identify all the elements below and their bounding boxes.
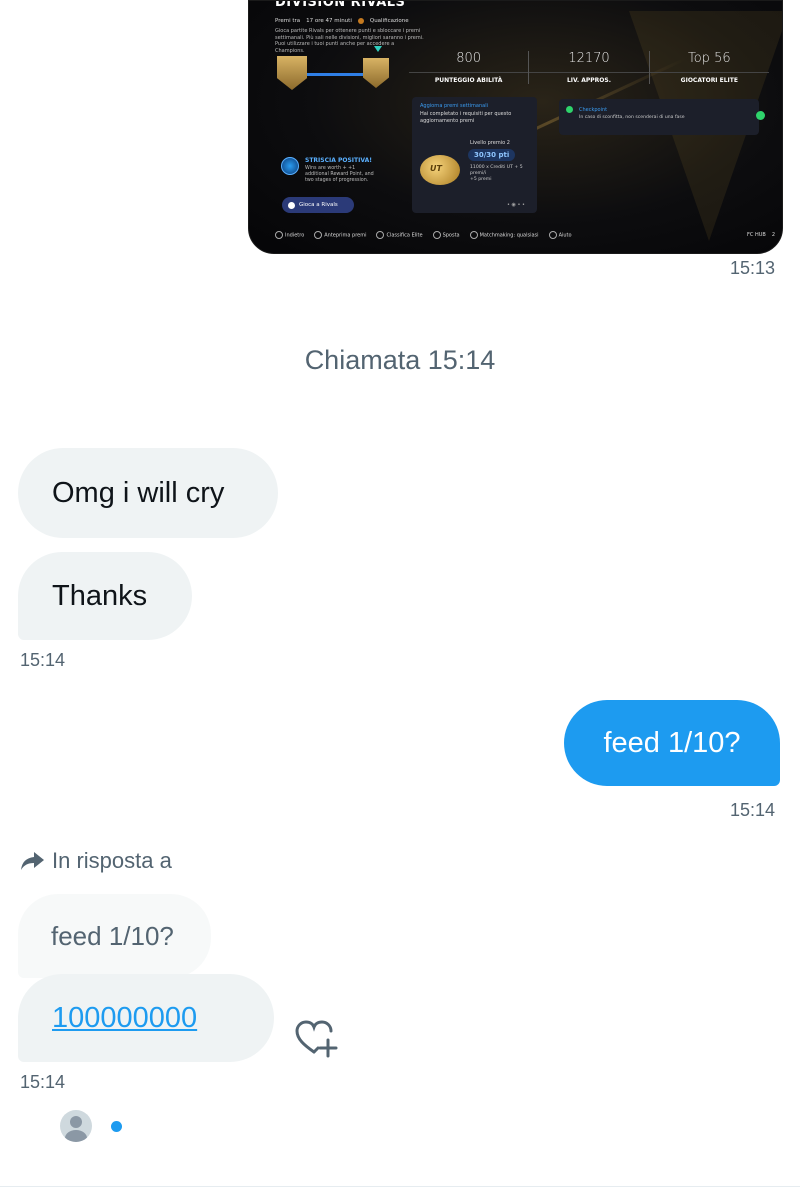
typing-dot-icon	[111, 1121, 122, 1132]
image-timestamp: 15:13	[730, 258, 776, 278]
message-received[interactable]: Thanks	[18, 552, 192, 640]
reward-points-badge: 30/30 pti	[468, 149, 516, 161]
stats-row: 800 PUNTEGGIO ABILITÀ 12170 LIV. APPROS.…	[409, 51, 769, 84]
hint-back: Indietro	[275, 231, 304, 239]
stat-value: 800	[456, 51, 482, 66]
reward-line: 11000 x Crediti UT + 5 premi/i	[470, 165, 523, 176]
message-timestamp: 15:14	[20, 1072, 66, 1092]
message-received[interactable]: Omg i will cry	[18, 448, 278, 538]
hint-preview-label: Anteprima premi	[324, 232, 367, 239]
current-division-badge-icon	[277, 56, 307, 90]
message-text: feed 1/10?	[603, 726, 741, 759]
message-timestamp: 15:14	[20, 650, 66, 670]
game-description: Gioca partite Rivals per ottenere punti …	[275, 28, 424, 54]
weekly-card-heading: Aggiorna premi settimanali	[420, 103, 488, 109]
stat-approx-level: 12170 LIV. APPROS.	[529, 51, 650, 84]
add-reaction-icon[interactable]	[294, 1018, 338, 1058]
stage-icon	[357, 18, 364, 24]
stat-label: PUNTEGGIO ABILITÀ	[409, 72, 529, 84]
controller-hints-bar: Indietro Anteprima premi Classifica Elit…	[275, 231, 775, 239]
touchpad-icon	[469, 231, 478, 239]
triangle-button-icon	[376, 231, 385, 239]
play-rivals-label: Gioca a Rivals	[299, 202, 338, 208]
hint-move-label: Sposta	[442, 232, 460, 239]
hint-elite: Classifica Elite	[376, 231, 423, 239]
reply-arrow-icon	[21, 852, 44, 870]
reward-details: 11000 x Crediti UT + 5 premi/i +5 premi	[470, 165, 532, 183]
hint-help-label: Aiuto	[558, 232, 572, 239]
game-meta: Premi tra 17 ore 47 minuti Qualificazion…	[275, 18, 409, 24]
weekly-rewards-card: Aggiorna premi settimanali Hai completat…	[412, 97, 537, 213]
message-link[interactable]: 100000000	[52, 1002, 197, 1035]
reward-extra: +5 premi	[470, 177, 492, 182]
hint-matchmaking: Matchmaking: qualsiasi	[469, 231, 539, 239]
divider	[0, 1186, 800, 1187]
hint-elite-label: Classifica Elite	[386, 232, 423, 239]
message-sent[interactable]: feed 1/10?	[564, 700, 780, 786]
stat-label: GIOCATORI ELITE	[649, 72, 769, 84]
stage-text: Qualificazione	[369, 18, 409, 24]
call-event: Chiamata 15:14	[304, 345, 496, 375]
image-message-screenshot[interactable]: DIVISION RIVALS Premi tra 17 ore 47 minu…	[248, 0, 783, 254]
message-received[interactable]: 100000000	[18, 974, 274, 1062]
stat-skill: 800 PUNTEGGIO ABILITÀ	[409, 51, 530, 84]
checkpoint-card: Checkpoint In caso di sconfitta, non sce…	[559, 99, 765, 135]
friends-count: 2	[771, 232, 775, 238]
stat-value: Top 56	[688, 51, 731, 66]
checkpoint-heading: Checkpoint	[579, 107, 608, 113]
hint-preview: Anteprima premi	[314, 231, 366, 239]
game-title: DIVISION RIVALS	[275, 0, 406, 10]
progress-line	[307, 73, 363, 76]
stat-value: 12170	[568, 51, 610, 66]
play-rivals-button: Gioca a Rivals	[282, 197, 354, 213]
weekly-card-text: Hai completato i requisiti per questo ag…	[420, 111, 512, 124]
circle-button-icon	[275, 231, 283, 239]
streak-heading: STRISCIA POSITIVA!	[305, 157, 372, 164]
avatar-head	[70, 1116, 82, 1128]
flame-icon	[281, 157, 299, 175]
division-progress	[275, 56, 389, 92]
hint-help: Aiuto	[548, 231, 572, 239]
quoted-message[interactable]: feed 1/10?	[18, 894, 211, 978]
streak-text: Wins are worth + +1 additional Reward Po…	[305, 166, 374, 183]
hub-status: FC HUB 2	[747, 232, 775, 238]
options-icon	[548, 231, 557, 239]
stat-elite: Top 56 GIOCATORI ELITE	[649, 51, 769, 84]
progress-marker-icon	[374, 46, 382, 52]
reply-context: In risposta a	[20, 848, 172, 874]
hint-matchmaking-label: Matchmaking: qualsiasi	[479, 232, 539, 239]
message-text: Omg i will cry	[52, 476, 225, 509]
x-button-icon	[288, 201, 295, 209]
quoted-text: feed 1/10?	[51, 920, 174, 951]
premi-tra-label: Premi tra	[275, 18, 301, 24]
card-pager-dots-icon: • ◉ • •	[507, 202, 525, 208]
coins-icon: UT	[420, 155, 460, 185]
checkpoint-icon	[566, 106, 573, 113]
hint-back-label: Indietro	[285, 232, 305, 239]
message-text: Thanks	[52, 579, 148, 612]
reward-level: Livello premio 2	[470, 140, 510, 146]
checkpoint-status-icon	[756, 111, 765, 120]
avatar-body	[65, 1130, 87, 1142]
checkpoint-text: In caso di sconfitta, non scenderai di u…	[579, 115, 685, 120]
next-division-badge-icon	[363, 58, 389, 88]
timer-text: 17 ore 47 minuti	[306, 18, 352, 24]
hint-move: Sposta	[432, 231, 460, 239]
reply-label-text: In risposta a	[52, 848, 172, 873]
stat-label: LIV. APPROS.	[529, 72, 649, 84]
coin-label: UT	[430, 164, 442, 173]
hub-label: FC HUB	[747, 232, 766, 238]
avatar-icon[interactable]	[60, 1110, 92, 1142]
square-button-icon	[314, 231, 323, 239]
stick-icon	[432, 231, 441, 239]
message-timestamp: 15:14	[730, 800, 776, 820]
